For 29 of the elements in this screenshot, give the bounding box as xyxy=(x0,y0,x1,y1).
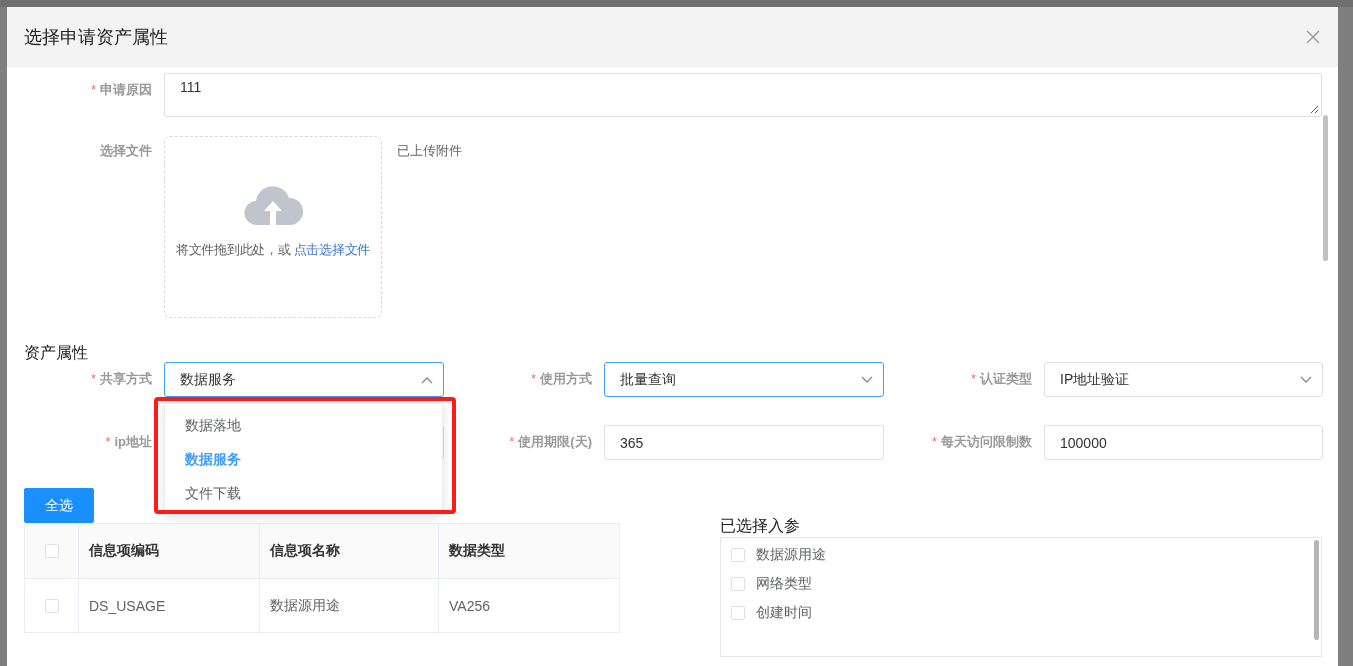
required-mark: * xyxy=(530,371,536,386)
field-label: 选择文件 xyxy=(99,142,153,159)
drop-hint: 将文件拖到此处，或 xyxy=(176,242,291,257)
section-title: 资产属性 xyxy=(24,343,89,363)
column-header: 信息项名称 xyxy=(260,524,439,579)
table-cell: VA256 xyxy=(439,579,619,633)
required-mark: * xyxy=(509,434,515,449)
panel-title: 已选择入参 xyxy=(720,516,801,536)
column-header: 信息项编码 xyxy=(79,524,260,579)
dialog-title: 选择申请资产属性 xyxy=(24,26,168,49)
required-mark: * xyxy=(90,371,96,386)
table-cell: DS_USAGE xyxy=(79,579,260,633)
field-label: 共享方式 xyxy=(100,371,152,386)
field-label: 使用期限(天) xyxy=(518,434,592,449)
required-mark: * xyxy=(970,371,976,386)
table-cell: 数据源用途 xyxy=(260,579,439,633)
field-label: 认证类型 xyxy=(980,371,1032,386)
required-mark: * xyxy=(90,82,96,97)
required-mark: * xyxy=(105,434,111,449)
uploaded-label: 已上传附件 xyxy=(397,142,462,160)
column-header: 数据类型 xyxy=(439,524,619,579)
required-mark: * xyxy=(931,434,937,449)
param-label: 创建时间 xyxy=(756,603,812,622)
field-label: 使用方式 xyxy=(540,371,592,386)
field-label: ip地址 xyxy=(114,434,152,449)
field-label: 每天访问限制数 xyxy=(941,434,1032,449)
field-label: 申请原因 xyxy=(100,82,152,97)
param-label: 网络类型 xyxy=(756,574,812,593)
param-label: 数据源用途 xyxy=(756,545,826,564)
